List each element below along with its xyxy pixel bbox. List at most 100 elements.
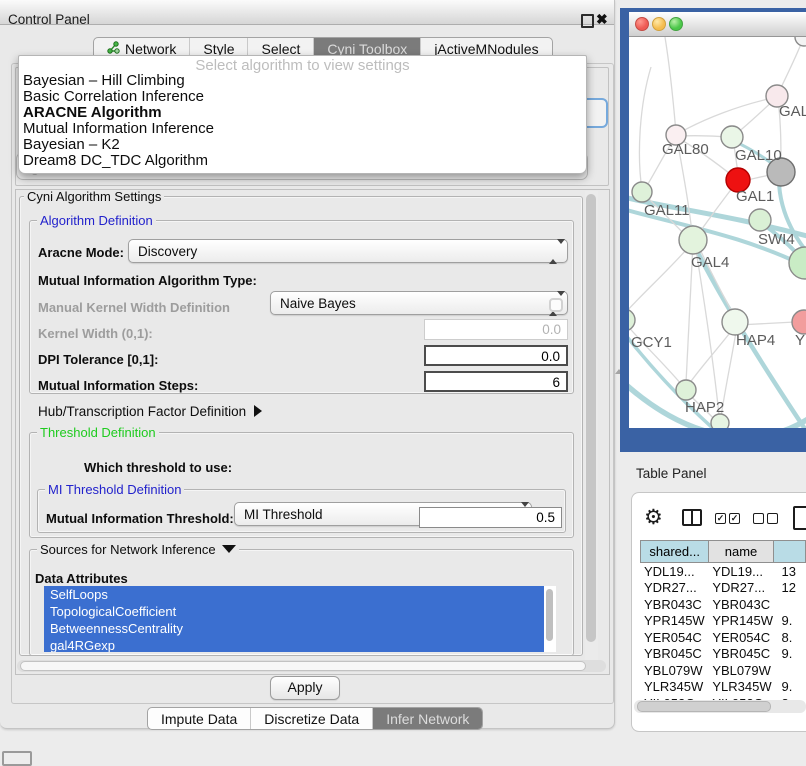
checked-boxes-icon[interactable]: ✓✓ (715, 513, 740, 524)
node-label: HAP2 (685, 399, 724, 416)
gear-icon[interactable]: ⚙ (644, 505, 663, 529)
attribute-item-selected[interactable]: SelfLoops (44, 586, 544, 603)
dpi-tolerance-label: DPI Tolerance [0,1]: (38, 352, 158, 367)
dpi-tolerance-field[interactable]: 0.0 (424, 345, 568, 366)
settings-vertical-scrollbar[interactable] (585, 191, 598, 671)
node-gal4[interactable] (679, 226, 707, 254)
table-horizontal-scrollbar[interactable] (634, 700, 806, 713)
node-label: SWI4 (758, 231, 795, 248)
table-body-viewport: YDL19...YDL19...13 YDR27...YDR27...12 YB… (640, 563, 806, 701)
node-label: GAL (779, 103, 806, 120)
hub-section-toggle[interactable]: Hub/Transcription Factor Definition (38, 404, 262, 419)
manual-kernel-label: Manual Kernel Width Definition (38, 300, 230, 315)
manual-kernel-checkbox[interactable] (549, 298, 563, 312)
column-header-cut[interactable] (773, 541, 805, 563)
dropdown-placeholder: Select algorithm to view settings (19, 57, 586, 73)
table-header-row: shared... name (641, 541, 806, 563)
settings-horizontal-scrollbar[interactable] (17, 660, 606, 672)
combo-spinner-icon (549, 244, 558, 259)
data-attributes-list: SelfLoops TopologicalCoefficient Between… (44, 586, 556, 652)
control-panel-titlebar (0, 0, 614, 25)
node-gal11[interactable] (632, 182, 652, 202)
table-row[interactable]: YBL079WYBL079W (640, 662, 806, 679)
network-node-labels: GAL GAL80 GAL10 GAL1 GAL11 SWI4 GAL4 GCY… (631, 103, 806, 416)
node-table: shared... name YDL19...YDL19...13 YDR27.… (640, 540, 806, 701)
expand-right-icon (254, 405, 262, 417)
table-row[interactable]: YPR145WYPR145W9. (640, 613, 806, 630)
mi-threshold-definition-title: MI Threshold Definition (45, 483, 184, 496)
zoom-traffic-light-icon[interactable] (669, 17, 683, 31)
dropdown-item[interactable]: Mutual Information Inference (19, 121, 586, 137)
table-row[interactable]: YDL19...YDL19...13 (640, 563, 806, 580)
node-label: GAL1 (736, 188, 774, 205)
dropdown-item[interactable]: Dream8 DC_TDC Algorithm (19, 153, 586, 169)
table-row[interactable]: YER054CYER054C8. (640, 629, 806, 646)
table-row[interactable]: YLR345WYLR345W9. (640, 679, 806, 696)
attribute-item-selected[interactable]: BetweennessCentrality (44, 620, 544, 637)
dropdown-item-aracne[interactable]: ARACNE Algorithm (19, 105, 586, 121)
node-label: GAL4 (691, 254, 729, 271)
bottom-left-button-fragment[interactable] (2, 751, 32, 766)
node-swi4[interactable] (749, 209, 771, 231)
algorithm-definition-title: Algorithm Definition (37, 214, 156, 227)
aracne-mode-combo[interactable]: Discovery (128, 239, 568, 263)
table-row[interactable]: YBR043CYBR043C (640, 596, 806, 613)
control-panel-title: Control Panel (8, 12, 90, 27)
mi-type-label: Mutual Information Algorithm Type: (38, 273, 257, 288)
mi-type-combo[interactable]: Naive Bayes (270, 291, 568, 315)
tab-discretize-data[interactable]: Discretize Data (250, 708, 372, 729)
kernel-width-label: Kernel Width (0,1): (38, 326, 153, 341)
mi-threshold-field[interactable]: 0.5 (419, 507, 562, 528)
tab-infer-network[interactable]: Infer Network (372, 708, 482, 729)
node-gal10[interactable] (721, 126, 743, 148)
table-row[interactable]: YDR27...YDR27...12 (640, 580, 806, 597)
split-columns-icon[interactable] (682, 509, 702, 526)
apply-button[interactable]: Apply (270, 676, 340, 700)
node-label: Y (795, 332, 805, 349)
close-traffic-light-icon[interactable] (635, 17, 649, 31)
mi-steps-field[interactable]: 6 (424, 371, 568, 392)
cyni-algorithm-settings-title: Cyni Algorithm Settings (24, 190, 164, 203)
data-attributes-label: Data Attributes (35, 571, 128, 586)
dropdown-item[interactable]: Bayesian – Hill Climbing (19, 73, 586, 89)
node-label: GAL11 (644, 202, 690, 219)
close-icon[interactable]: ✖ (596, 11, 608, 28)
aracne-mode-label: Aracne Mode: (38, 245, 124, 260)
node-hap2[interactable] (676, 380, 696, 400)
node-salmon[interactable] (792, 310, 806, 334)
network-canvas[interactable]: GAL GAL80 GAL10 GAL1 GAL11 SWI4 GAL4 GCY… (629, 37, 806, 428)
node-green-right[interactable] (789, 247, 806, 279)
sources-title[interactable]: Sources for Network Inference (37, 543, 239, 556)
kernel-width-field[interactable]: 0.0 (424, 319, 568, 340)
dropdown-item[interactable]: Basic Correlation Inference (19, 89, 586, 105)
attributes-scrollbar[interactable] (545, 589, 554, 647)
unchecked-boxes-icon[interactable] (753, 513, 778, 524)
document-icon[interactable] (793, 506, 806, 530)
node-bottom[interactable] (711, 414, 729, 428)
table-panel-title: Table Panel (636, 466, 707, 481)
minimize-traffic-light-icon[interactable] (652, 17, 666, 31)
network-window-titlebar (629, 12, 806, 37)
float-icon[interactable] (581, 14, 594, 28)
node-label: GCY1 (631, 334, 672, 351)
node-gcy1[interactable] (629, 309, 635, 331)
attribute-item-selected[interactable]: gal4RGexp (44, 637, 544, 652)
column-header-name[interactable]: name (709, 541, 773, 563)
threshold-definition-title: Threshold Definition (37, 426, 159, 439)
node-label: GAL80 (662, 141, 709, 158)
attribute-item-selected[interactable]: TopologicalCoefficient (44, 603, 544, 620)
cyni-bottom-tabs: Impute Data Discretize Data Infer Networ… (147, 707, 483, 730)
which-threshold-label: Which threshold to use: (84, 460, 232, 475)
collapse-down-icon (222, 545, 236, 553)
screen: Control Panel ✖ Network Style Select Cyn… (0, 0, 806, 762)
algorithm-dropdown-list: Select algorithm to view settings Bayesi… (18, 55, 587, 174)
mi-steps-label: Mutual Information Steps: (38, 378, 198, 393)
node[interactable] (795, 37, 806, 46)
table-row[interactable]: YBR045CYBR045C9. (640, 646, 806, 663)
dropdown-item[interactable]: Bayesian – K2 (19, 137, 586, 153)
node-label: HAP4 (736, 332, 775, 349)
mi-threshold-label: Mutual Information Threshold: (46, 511, 234, 526)
column-header-shared-name[interactable]: shared... (641, 541, 709, 563)
tab-impute-data[interactable]: Impute Data (148, 708, 250, 729)
node-label: GAL10 (735, 147, 782, 164)
